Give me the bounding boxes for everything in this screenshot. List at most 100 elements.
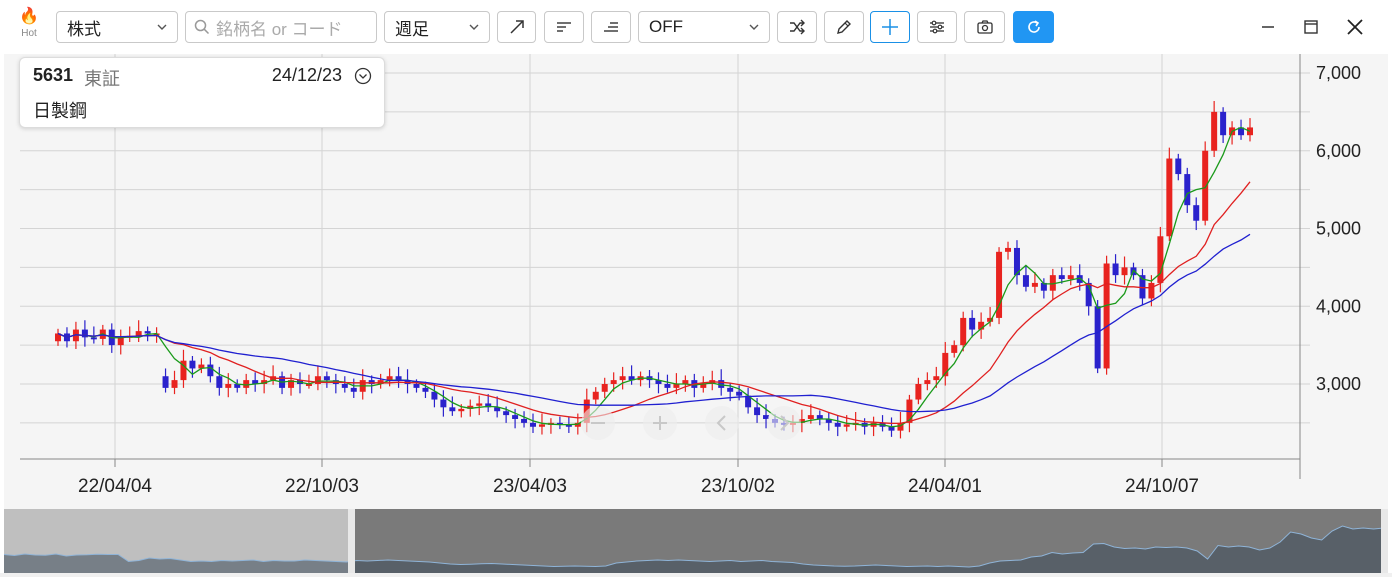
candle-body <box>1202 150 1209 221</box>
candles <box>55 100 1253 439</box>
candle-body <box>189 360 196 369</box>
maximize-icon <box>1304 20 1318 34</box>
shuffle-icon <box>790 19 805 35</box>
candle-body <box>135 331 142 336</box>
search-input[interactable]: 銘柄名 or コード <box>185 11 377 43</box>
candle-body <box>834 422 841 427</box>
crosshair-button[interactable] <box>870 11 910 43</box>
zoom-plus-icon[interactable] <box>643 406 677 440</box>
candle-body <box>924 380 931 384</box>
y-tick-label: 5,000 <box>1316 219 1361 239</box>
draw-button[interactable] <box>824 11 864 43</box>
candle-body <box>458 408 465 412</box>
candle-body <box>171 380 178 388</box>
x-tick-label: 22/10/03 <box>285 476 359 497</box>
candle-body <box>1220 111 1227 136</box>
x-tick-label: 24/04/01 <box>908 476 982 497</box>
info-date: 24/12/23 <box>271 65 342 85</box>
settings-button[interactable] <box>917 11 957 43</box>
candle-body <box>1148 282 1155 299</box>
market-name: 東証 <box>84 69 120 89</box>
chevron-circle-down-icon[interactable] <box>354 67 372 85</box>
candle-body <box>422 387 429 392</box>
y-tick-label: 3,000 <box>1316 374 1361 394</box>
candle-body <box>960 317 967 346</box>
x-tick-label: 22/04/04 <box>78 476 152 497</box>
x-tick-label: 24/10/07 <box>1125 476 1199 497</box>
navigator-handle-right[interactable] <box>1381 509 1388 573</box>
hot-label: Hot <box>21 28 37 39</box>
period-value: 週足 <box>395 19 429 39</box>
candle-body <box>619 376 626 381</box>
y-axis: 3,000 4,000 5,000 6,000 7,000 <box>1299 54 1361 479</box>
candle-body <box>350 387 357 392</box>
candle-body <box>323 376 330 381</box>
align-left-button[interactable] <box>544 11 584 43</box>
asset-type-value: 株式 <box>67 19 101 39</box>
stock-name: 日製鋼 <box>33 101 87 121</box>
candle-body <box>1121 267 1128 276</box>
chevron-down-icon <box>157 24 167 30</box>
candle-body <box>727 387 734 392</box>
align-right-button[interactable] <box>591 11 631 43</box>
refresh-icon <box>1027 20 1040 33</box>
asset-type-select[interactable]: 株式 <box>56 11 178 43</box>
settings-sliders-icon <box>930 20 944 34</box>
candle-body <box>216 376 223 388</box>
candle-body <box>476 403 483 406</box>
candle-body <box>1022 275 1029 287</box>
trend-line-button[interactable] <box>497 11 536 43</box>
candle-body <box>1031 282 1038 287</box>
zoom-left-icon[interactable] <box>705 406 739 440</box>
minimize-icon <box>1262 26 1274 28</box>
candle-body <box>413 384 420 388</box>
candle-body <box>933 376 940 381</box>
candle-body <box>1094 306 1101 369</box>
candle-body <box>538 424 545 427</box>
flame-icon: 🔥 <box>19 8 39 25</box>
period-select[interactable]: 週足 <box>384 11 490 43</box>
x-tick-label: 23/04/03 <box>493 476 567 497</box>
refresh-button[interactable] <box>1013 11 1054 43</box>
x-tick-label: 23/10/02 <box>701 476 775 497</box>
navigator-handle-left[interactable] <box>348 509 355 573</box>
candle-body <box>807 415 814 419</box>
candle-body <box>969 317 976 330</box>
chevron-down-icon <box>469 24 479 30</box>
indicator-select[interactable]: OFF <box>638 11 770 43</box>
candle-body <box>664 384 671 388</box>
minimize-button[interactable] <box>1255 14 1281 40</box>
candle-body <box>1005 247 1012 252</box>
candle-body <box>449 407 456 412</box>
stock-code: 5631 <box>33 65 74 85</box>
zoom-minus-icon[interactable] <box>581 406 615 440</box>
range-navigator[interactable] <box>4 509 1388 573</box>
trend-line-icon <box>509 20 524 34</box>
toolbar: 🔥 Hot 株式 銘柄名 or コード 週足 OFF <box>0 0 1392 54</box>
candle-body <box>521 418 528 423</box>
hot-button[interactable]: 🔥 Hot <box>14 8 44 48</box>
candle-body <box>1058 275 1065 280</box>
align-right-icon <box>604 22 618 32</box>
candle-body <box>843 424 850 427</box>
candle-body <box>90 337 97 340</box>
candle-body <box>1112 263 1119 276</box>
pencil-icon <box>837 20 851 34</box>
y-tick-label: 6,000 <box>1316 141 1361 161</box>
zoom-right-icon[interactable] <box>767 406 801 440</box>
candle-body <box>1184 174 1191 206</box>
candle-body <box>915 384 922 400</box>
screenshot-button[interactable] <box>964 11 1005 43</box>
candle-body <box>225 384 232 388</box>
candle-body <box>162 376 169 388</box>
maximize-button[interactable] <box>1298 14 1324 40</box>
search-placeholder: 銘柄名 or コード <box>216 19 343 39</box>
close-button[interactable] <box>1342 14 1368 40</box>
candle-body <box>754 407 761 416</box>
x-axis: 22/04/04 22/10/03 23/04/03 23/10/02 24/04/01… <box>20 458 1300 497</box>
chevron-down-icon <box>749 24 759 30</box>
candle-body <box>1193 205 1200 221</box>
camera-icon <box>976 20 993 34</box>
candle-body <box>341 384 348 388</box>
shuffle-button[interactable] <box>777 11 817 43</box>
